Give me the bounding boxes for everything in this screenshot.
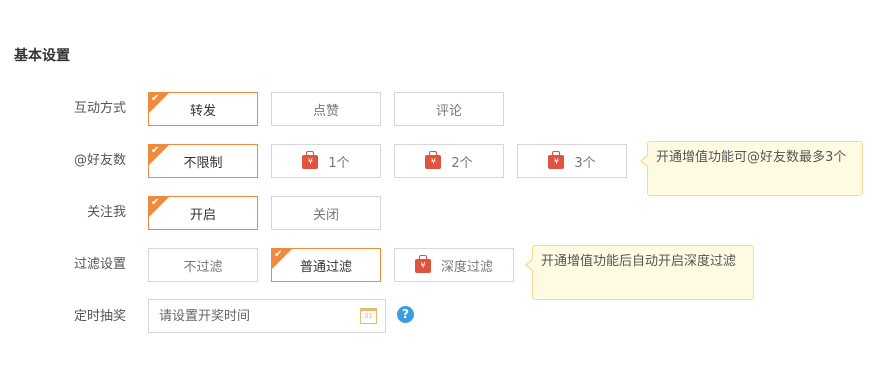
option-label: 点赞 — [312, 103, 339, 119]
option-label: 1个 — [328, 155, 350, 171]
tip-text: 开通增值功能可@好友数最多3个 — [656, 150, 847, 165]
check-icon: ✔ — [274, 249, 283, 260]
premium-bag-icon: ¥ — [548, 151, 565, 169]
option-label: 不过滤 — [183, 259, 223, 275]
check-icon: ✔ — [151, 197, 160, 208]
option-label: 2个 — [451, 155, 473, 171]
interaction-option-like[interactable]: 点赞 — [271, 92, 381, 126]
friends-option-unlimited[interactable]: ✔ 不限制 — [148, 144, 258, 178]
follow-option-on[interactable]: ✔ 开启 — [148, 196, 258, 230]
friends-option-2[interactable]: ¥ 2个 — [394, 144, 504, 178]
option-label: 关闭 — [312, 207, 339, 223]
interaction-label: 互动方式 — [73, 101, 126, 116]
help-icon[interactable]: ? — [397, 306, 414, 323]
friends-upgrade-tip: 开通增值功能可@好友数最多3个 — [640, 141, 863, 196]
premium-bag-icon: ¥ — [425, 151, 442, 169]
filter-option-none[interactable]: 不过滤 — [148, 248, 258, 282]
option-label: 评论 — [435, 103, 462, 119]
filter-label: 过滤设置 — [73, 257, 126, 272]
draw-time-input[interactable] — [149, 300, 349, 332]
option-label: 3个 — [574, 155, 596, 171]
filter-upgrade-tip: 开通增值功能后自动开启深度过滤 — [525, 245, 754, 300]
draw-label: 定时抽奖 — [73, 309, 126, 324]
friends-label: @好友数 — [73, 153, 126, 168]
option-label: 不限制 — [183, 155, 223, 171]
option-label: 转发 — [189, 103, 216, 119]
option-label: 深度过滤 — [440, 259, 493, 275]
premium-bag-icon: ¥ — [414, 255, 431, 273]
filter-option-normal[interactable]: ✔ 普通过滤 — [271, 248, 381, 282]
section-title: 基本设置 — [14, 48, 70, 64]
filter-option-deep[interactable]: ¥ 深度过滤 — [394, 248, 514, 282]
draw-time-field: 31 — [148, 299, 386, 333]
premium-bag-icon: ¥ — [302, 151, 319, 169]
interaction-option-comment[interactable]: 评论 — [394, 92, 504, 126]
friends-option-3[interactable]: ¥ 3个 — [517, 144, 627, 178]
check-icon: ✔ — [151, 93, 160, 104]
option-label: 普通过滤 — [299, 259, 352, 275]
check-icon: ✔ — [151, 145, 160, 156]
follow-option-off[interactable]: 关闭 — [271, 196, 381, 230]
calendar-icon[interactable]: 31 — [360, 308, 377, 324]
follow-label: 关注我 — [86, 205, 126, 220]
interaction-option-forward[interactable]: ✔ 转发 — [148, 92, 258, 126]
friends-option-1[interactable]: ¥ 1个 — [271, 144, 381, 178]
option-label: 开启 — [189, 207, 216, 223]
tip-text: 开通增值功能后自动开启深度过滤 — [541, 254, 737, 269]
